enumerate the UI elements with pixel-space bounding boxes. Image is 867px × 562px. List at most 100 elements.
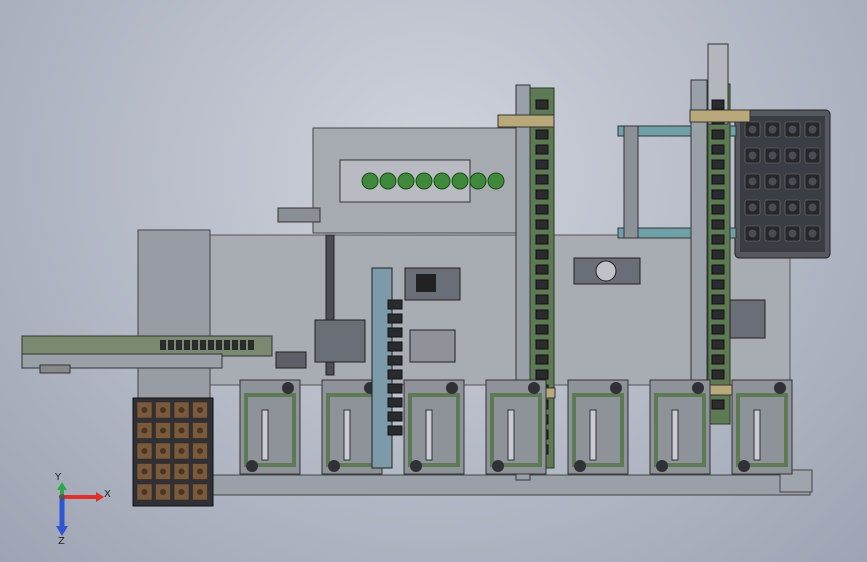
chain-link xyxy=(387,313,403,324)
station-rod xyxy=(261,409,269,461)
tray-cell-hole xyxy=(141,427,148,434)
left-clamp-unit xyxy=(314,319,366,363)
chain-link xyxy=(535,144,549,155)
station-wheel xyxy=(574,460,586,472)
tray-cell-hole xyxy=(178,448,185,454)
station-wheel xyxy=(328,460,340,472)
station-wheel xyxy=(610,382,622,394)
chain-link xyxy=(711,219,725,230)
station-wheel xyxy=(738,460,750,472)
chain-link xyxy=(711,324,725,335)
tray-cell-hole xyxy=(141,489,148,495)
tray-cell-hole xyxy=(788,203,797,212)
chain-link xyxy=(387,327,403,338)
chain-link xyxy=(711,234,725,245)
chain-link xyxy=(387,341,403,352)
x-axis-label: X xyxy=(104,489,111,500)
chain-link xyxy=(535,159,549,170)
motor-face xyxy=(416,274,436,292)
cad-viewport[interactable]: X Y Z xyxy=(0,0,867,562)
chain-link xyxy=(535,99,549,110)
chain-link xyxy=(248,340,254,350)
station-rod xyxy=(425,409,433,461)
chain-link xyxy=(535,354,549,365)
chain-link xyxy=(711,99,725,110)
chain-link xyxy=(535,129,549,140)
station-wheel xyxy=(692,382,704,394)
chain-link xyxy=(535,369,549,380)
z-axis-label: Z xyxy=(58,536,65,547)
chain-link xyxy=(711,339,725,350)
tray-cell-hole xyxy=(197,407,203,413)
vertical-column-mid xyxy=(371,267,393,469)
chain-link xyxy=(535,204,549,215)
tray-cell-hole xyxy=(160,468,166,475)
chain-link xyxy=(535,234,549,245)
tray-cell-hole xyxy=(197,489,203,495)
tray-cell-hole xyxy=(160,448,166,454)
chain-link xyxy=(711,159,725,170)
tray-cell-hole xyxy=(197,448,203,454)
tray-cell-hole xyxy=(788,229,797,238)
tray-cell-hole xyxy=(768,229,777,238)
chain-link xyxy=(535,249,549,260)
station-wheel xyxy=(246,460,258,472)
tray-cell-hole xyxy=(748,125,757,134)
tray-cell-hole xyxy=(178,427,185,434)
tray-cell-hole xyxy=(160,427,166,434)
station-rod xyxy=(507,409,515,461)
tray-cell-hole xyxy=(178,407,185,413)
chain-link xyxy=(711,144,725,155)
tray-cell-hole xyxy=(178,468,185,475)
tray-cell-hole xyxy=(197,468,203,475)
tray-cell-hole xyxy=(197,427,203,434)
chain-link xyxy=(184,340,190,350)
chain-link xyxy=(387,369,403,380)
tray-cell-hole xyxy=(768,177,777,186)
tray-cell-hole xyxy=(808,151,817,160)
chain-link xyxy=(711,399,725,410)
right-clamp-unit xyxy=(729,299,766,339)
chain-link xyxy=(232,340,238,350)
tray-cell-hole xyxy=(768,125,777,134)
chain-link xyxy=(535,339,549,350)
green-part xyxy=(379,172,397,190)
chain-link xyxy=(387,299,403,310)
station-rod xyxy=(343,409,351,461)
green-part xyxy=(415,172,433,190)
chain-link xyxy=(711,249,725,260)
tray-cell-hole xyxy=(748,229,757,238)
station-wheel xyxy=(282,382,294,394)
chain-link xyxy=(535,279,549,290)
chain-link xyxy=(711,174,725,185)
chain-link xyxy=(711,189,725,200)
chain-link xyxy=(160,340,166,350)
chain-link xyxy=(535,219,549,230)
tray-cell-hole xyxy=(768,203,777,212)
station-row xyxy=(239,379,793,475)
chain-link xyxy=(711,309,725,320)
cable-chain-right xyxy=(711,99,725,410)
chain-link xyxy=(711,279,725,290)
green-part xyxy=(451,172,469,190)
chain-link xyxy=(711,369,725,380)
bottom-rail xyxy=(199,474,811,496)
chain-link xyxy=(711,204,725,215)
station-wheel xyxy=(528,382,540,394)
y-axis-label: Y xyxy=(54,472,62,483)
chain-link xyxy=(535,174,549,185)
chain-link xyxy=(176,340,182,350)
tray-cell-hole xyxy=(788,151,797,160)
tray-cell-hole xyxy=(808,203,817,212)
chain-link xyxy=(216,340,222,350)
tray-cell-hole xyxy=(748,203,757,212)
green-part xyxy=(361,172,379,190)
left-upright-frame xyxy=(137,229,211,401)
station-wheel xyxy=(656,460,668,472)
tray-cell-hole xyxy=(160,407,166,413)
chain-link xyxy=(192,340,198,350)
chain-link xyxy=(711,354,725,365)
chain-link xyxy=(535,294,549,305)
station-wheel xyxy=(492,460,504,472)
tray-cell-hole xyxy=(788,177,797,186)
